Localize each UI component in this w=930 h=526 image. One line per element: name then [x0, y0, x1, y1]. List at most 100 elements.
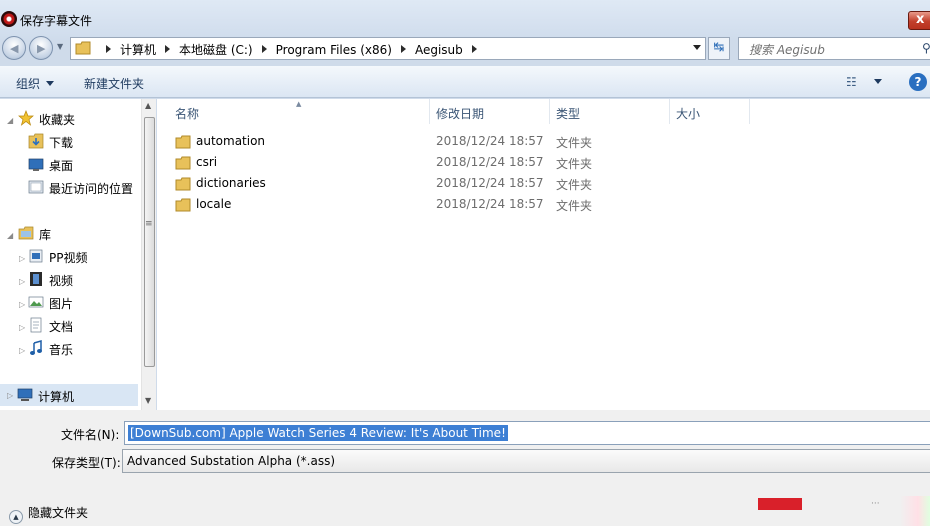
sidebar-item-label: PP视频: [49, 251, 88, 265]
sidebar-item-label: 下载: [49, 136, 74, 150]
hide-folders-label: 隐藏文件夹: [28, 506, 89, 520]
documents-icon: [30, 317, 42, 333]
file-list: 名称 ▲ 修改日期 类型 大小 automation 2018/12/24 18…: [157, 99, 930, 410]
expand-icon[interactable]: ▷: [19, 254, 25, 263]
change-view-icon[interactable]: ☷: [846, 75, 857, 89]
view-options-dropdown-icon[interactable]: [874, 79, 882, 84]
navigation-pane: ◢ 收藏夹 下载 桌面 最近访问的位置 ◢ 库 ▷ PP视频 ▷ 视频 ▷ 图片…: [0, 99, 142, 410]
filename-label: 文件名(N):: [61, 428, 120, 442]
filetype-value: Advanced Substation Alpha (*.ass): [127, 454, 336, 468]
file-modified: 2018/12/24 18:57: [436, 155, 544, 169]
search-icon[interactable]: ⚲: [922, 41, 930, 55]
sidebar-item-label: 文档: [49, 320, 74, 334]
file-type: 文件夹: [556, 157, 593, 171]
pp-video-library-icon: [29, 249, 43, 263]
column-header-modified[interactable]: 修改日期: [430, 99, 550, 124]
folder-icon: [175, 156, 191, 170]
scrollbar-grip-icon: ≡: [145, 219, 153, 229]
folder-icon: [175, 177, 191, 191]
folder-icon: [175, 198, 191, 212]
column-header-label: 大小: [676, 107, 701, 121]
music-icon: [30, 340, 42, 355]
recent-locations-dropdown[interactable]: ▼: [57, 42, 63, 51]
breadcrumb-separator-icon[interactable]: [400, 45, 406, 53]
filetype-select[interactable]: Advanced Substation Alpha (*.ass): [122, 449, 930, 473]
pictures-icon: [28, 296, 44, 308]
search-input[interactable]: 搜索 Aegisub ⚲: [738, 37, 930, 60]
breadcrumb-separator-icon[interactable]: [471, 45, 477, 53]
expand-icon[interactable]: ▷: [19, 300, 25, 309]
file-name: csri: [196, 155, 218, 169]
column-header-type[interactable]: 类型: [550, 99, 670, 124]
navigation-pane-scrollbar[interactable]: ▲ ≡ ▼: [141, 99, 156, 410]
organize-button[interactable]: 组织: [16, 75, 55, 92]
close-button[interactable]: x: [908, 11, 930, 30]
sidebar-item-label: 库: [39, 228, 52, 242]
watermark-logo-text: ···: [871, 499, 880, 509]
refresh-button[interactable]: ↹: [708, 37, 730, 60]
filetype-label: 保存类型(T):: [52, 456, 121, 470]
folder-icon: [175, 135, 191, 149]
desktop-icon: [28, 158, 44, 171]
filename-input[interactable]: [DownSub.com] Apple Watch Series 4 Revie…: [124, 421, 930, 445]
address-bar[interactable]: 计算机 本地磁盘 (C:) Program Files (x86) Aegisub: [70, 37, 706, 60]
expand-icon[interactable]: ▷: [19, 323, 25, 332]
scroll-down-icon[interactable]: ▼: [145, 396, 151, 405]
breadcrumb-computer[interactable]: 计算机: [120, 43, 156, 57]
navigation-bar: ◀ ▶ ▼ 计算机 本地磁盘 (C:) Program Files (x86) Aeg…: [0, 33, 930, 63]
sidebar-item-label: 收藏夹: [39, 113, 76, 127]
column-header-label: 修改日期: [436, 107, 485, 121]
sidebar-item-computer[interactable]: ▷ 计算机: [0, 384, 138, 406]
file-type: 文件夹: [556, 178, 593, 192]
back-button[interactable]: ◀: [2, 36, 26, 60]
expand-favorites-icon[interactable]: ◢: [7, 116, 13, 125]
hide-folders-button[interactable]: ▲ 隐藏文件夹: [9, 504, 88, 524]
new-folder-button[interactable]: 新建文件夹: [84, 75, 144, 92]
file-type: 文件夹: [556, 199, 593, 213]
breadcrumb: 计算机 本地磁盘 (C:) Program Files (x86) Aegisub: [97, 41, 486, 58]
chevron-down-icon: [46, 81, 55, 86]
scrollbar-thumb[interactable]: [144, 117, 155, 367]
expand-icon[interactable]: ▷: [19, 277, 25, 286]
expand-icon[interactable]: ▷: [19, 346, 25, 355]
search-placeholder: 搜索 Aegisub: [749, 43, 825, 57]
breadcrumb-separator-icon[interactable]: [106, 45, 111, 53]
forward-button[interactable]: ▶: [29, 36, 53, 60]
file-name: automation: [196, 134, 266, 148]
column-header-size[interactable]: 大小: [670, 99, 750, 124]
breadcrumb-program-files[interactable]: Program Files (x86): [276, 43, 392, 57]
window-title: 保存字幕文件: [20, 14, 93, 28]
video-icon: [30, 272, 42, 286]
expand-libraries-icon[interactable]: ◢: [7, 231, 13, 240]
breadcrumb-separator-icon[interactable]: [165, 45, 171, 53]
save-panel: 文件名(N): [DownSub.com] Apple Watch Series…: [0, 410, 930, 526]
column-header-label: 类型: [556, 107, 581, 121]
file-modified: 2018/12/24 18:57: [436, 134, 544, 148]
watermark-logo: [758, 498, 802, 510]
sidebar-item-label: 计算机: [38, 390, 75, 404]
folder-icon: [75, 41, 91, 55]
forward-arrow-icon: ▶: [37, 42, 46, 55]
file-name: locale: [196, 197, 232, 211]
breadcrumb-local-disk[interactable]: 本地磁盘 (C:): [179, 43, 253, 57]
aegisub-app-icon: [1, 11, 17, 27]
expand-computer-icon[interactable]: ▷: [7, 391, 13, 400]
help-button[interactable]: ?: [909, 73, 927, 91]
sidebar-item-label: 视频: [49, 274, 74, 288]
address-history-dropdown-icon[interactable]: [693, 45, 701, 50]
chevron-up-icon: ▲: [9, 510, 23, 524]
file-modified: 2018/12/24 18:57: [436, 197, 544, 211]
computer-icon: [17, 388, 33, 401]
sidebar-item-label: 图片: [49, 297, 74, 311]
scroll-up-icon[interactable]: ▲: [145, 101, 151, 110]
library-icon: [18, 226, 34, 240]
breadcrumb-aegisub[interactable]: Aegisub: [415, 43, 463, 57]
back-arrow-icon: ◀: [10, 42, 19, 55]
star-icon: [18, 110, 34, 126]
recent-places-icon: [28, 180, 44, 194]
breadcrumb-separator-icon[interactable]: [261, 45, 267, 53]
file-type: 文件夹: [556, 136, 593, 150]
filename-value: [DownSub.com] Apple Watch Series 4 Revie…: [128, 425, 508, 441]
command-bar: 组织 新建文件夹 ☷ ?: [0, 66, 930, 98]
sidebar-item-label: 音乐: [49, 343, 74, 357]
